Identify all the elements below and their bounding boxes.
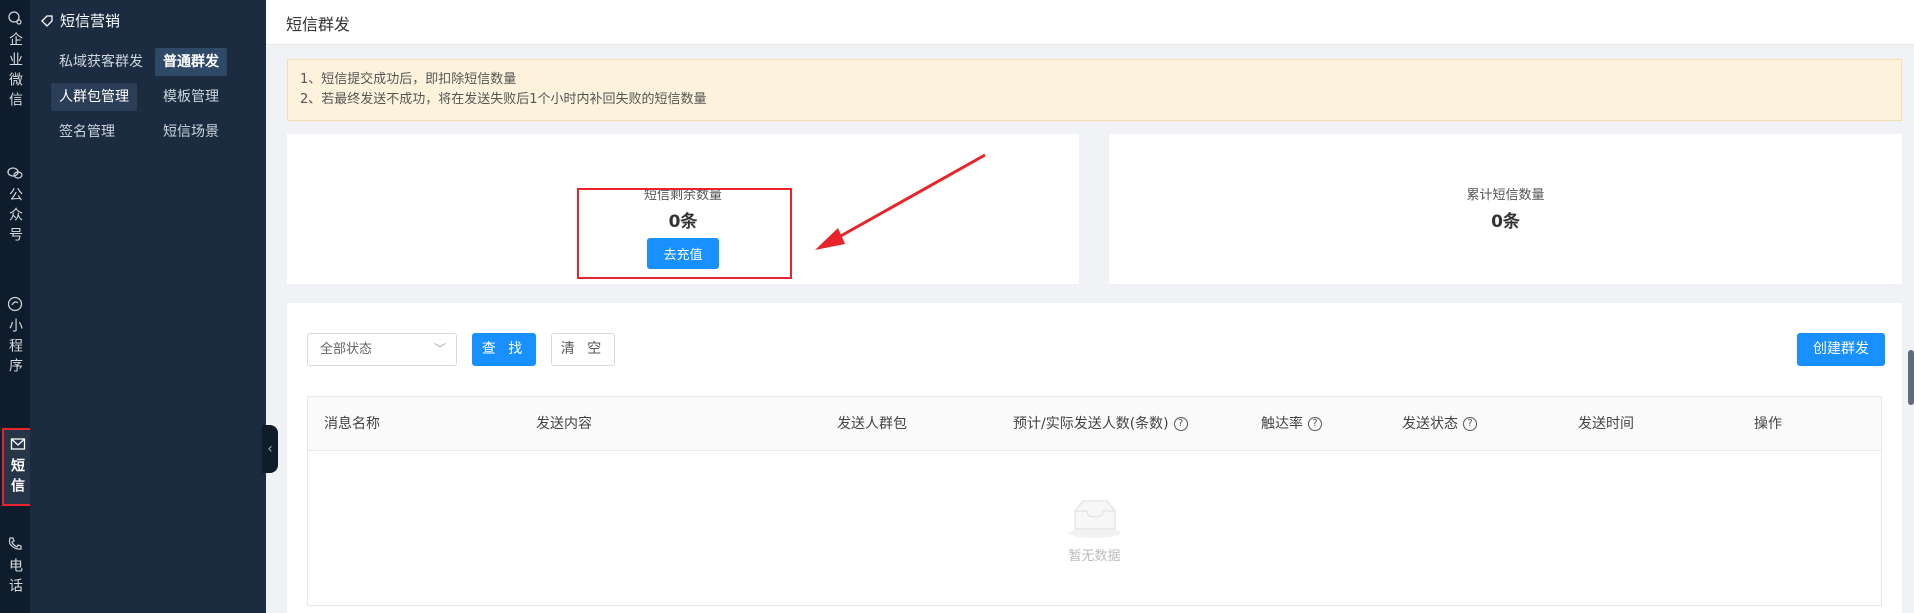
- column-audience: 发送人群包: [837, 416, 907, 432]
- column-actions: 操作: [1754, 416, 1782, 432]
- scrollbar-handle[interactable]: [1908, 350, 1914, 405]
- search-button[interactable]: 查 找: [472, 333, 536, 366]
- submenu-item-templates[interactable]: 模板管理: [155, 83, 227, 111]
- page-header: 短信群发: [266, 0, 1914, 45]
- broadcast-list-panel: 全部状态 ﹀ 查 找 清 空 创建群发 消息名称 发送内容 发送人群包 预计/实…: [287, 303, 1902, 613]
- column-send-status: 发送状态?: [1402, 397, 1477, 451]
- column-send-count: 预计/实际发送人数(条数)?: [1013, 397, 1188, 451]
- submenu-item-sms-scenes[interactable]: 短信场景: [155, 118, 227, 146]
- tag-icon: [41, 14, 53, 27]
- help-icon[interactable]: ?: [1173, 417, 1188, 431]
- submenu-title: 短信营销: [40, 10, 120, 31]
- notice-banner: 1、短信提交成功后，即扣除短信数量 2、若最终发送不成功，将在发送失败后1个小时…: [287, 59, 1902, 121]
- total-sms-card: 累计短信数量 0条: [1109, 134, 1902, 284]
- table-header: 消息名称 发送内容 发送人群包 预计/实际发送人数(条数)? 触达率? 发送状态…: [308, 397, 1881, 451]
- total-sms-value: 0条: [1491, 212, 1520, 232]
- main-content: 短信群发 1、短信提交成功后，即扣除短信数量 2、若最终发送不成功，将在发送失败…: [266, 0, 1914, 613]
- rail-item-enterprise-wechat[interactable]: 企业微信: [0, 10, 30, 112]
- submenu-item-signatures[interactable]: 签名管理: [51, 118, 123, 146]
- notice-line-2: 2、若最终发送不成功，将在发送失败后1个小时内补回失败的短信数量: [300, 92, 707, 107]
- app-window: 企业微信 公众号 小程序 短信 电话 短信营销 私域获客群发 普通群发 人群包管…: [0, 0, 1914, 613]
- column-reach-rate: 触达率?: [1261, 397, 1322, 451]
- remaining-sms-card: 短信剩余数量 0条 去充值: [287, 134, 1079, 284]
- notice-line-1: 1、短信提交成功后，即扣除短信数量: [300, 72, 517, 87]
- empty-text: 暂无数据: [1068, 549, 1121, 564]
- clear-button[interactable]: 清 空: [551, 333, 615, 366]
- mini-program-icon: [7, 296, 23, 312]
- submenu-panel: 短信营销 私域获客群发 普通群发 人群包管理 模板管理 签名管理 短信场景: [30, 0, 266, 613]
- rail-item-official-account[interactable]: 公众号: [0, 165, 30, 247]
- empty-state: 暂无数据: [308, 497, 1881, 564]
- official-account-icon: [7, 167, 23, 179]
- remaining-sms-value: 0条: [668, 212, 698, 232]
- chevron-down-icon: ﹀: [433, 342, 446, 356]
- left-icon-rail: 企业微信 公众号 小程序 短信 电话: [0, 0, 58, 613]
- phone-icon: [8, 537, 22, 550]
- submenu-item-normal-broadcast[interactable]: 普通群发: [155, 48, 227, 76]
- wechat-work-icon: [8, 11, 22, 25]
- rail-item-phone[interactable]: 电话: [0, 536, 30, 598]
- help-icon[interactable]: ?: [1308, 417, 1322, 431]
- empty-inbox-icon: [1068, 500, 1121, 538]
- page-title: 短信群发: [286, 15, 351, 34]
- create-broadcast-button[interactable]: 创建群发: [1797, 333, 1885, 366]
- broadcast-table: 消息名称 发送内容 发送人群包 预计/实际发送人数(条数)? 触达率? 发送状态…: [307, 396, 1882, 606]
- status-select[interactable]: 全部状态 ﹀: [307, 333, 457, 366]
- total-sms-label: 累计短信数量: [1466, 188, 1545, 203]
- recharge-button[interactable]: 去充值: [647, 238, 719, 269]
- mail-icon: [10, 438, 26, 450]
- rail-item-mini-program[interactable]: 小程序: [0, 296, 30, 378]
- help-icon[interactable]: ?: [1463, 417, 1477, 431]
- column-send-time: 发送时间: [1578, 416, 1634, 432]
- submenu-item-audience-packages[interactable]: 人群包管理: [51, 83, 137, 111]
- column-message-name: 消息名称: [324, 416, 380, 432]
- remaining-sms-label: 短信剩余数量: [643, 188, 722, 203]
- column-content: 发送内容: [536, 416, 592, 432]
- submenu-item-private-domain[interactable]: 私域获客群发: [51, 48, 151, 76]
